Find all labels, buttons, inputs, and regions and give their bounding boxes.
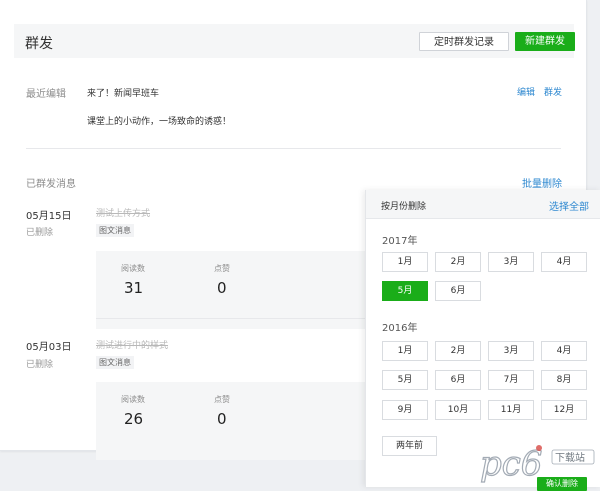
year-label-2017: 2017年 xyxy=(382,236,418,247)
month-2016-03[interactable]: 3月 xyxy=(488,341,534,361)
item-date: 05月03日 xyxy=(26,342,72,353)
month-2017-02[interactable]: 2月 xyxy=(435,252,481,272)
earlier-two-years-button[interactable]: 两年前 xyxy=(382,436,437,456)
item-divider xyxy=(96,318,386,319)
month-2016-04[interactable]: 4月 xyxy=(541,341,587,361)
likes-value: 0 xyxy=(217,410,227,428)
send-link[interactable]: 群发 xyxy=(544,85,562,98)
edit-link[interactable]: 编辑 xyxy=(517,85,535,98)
page-title: 群发 xyxy=(25,36,53,52)
pc6-watermark-logo: pc6 下载站 xyxy=(479,443,595,485)
month-2017-01[interactable]: 1月 xyxy=(382,252,428,272)
month-2016-12[interactable]: 12月 xyxy=(541,400,587,420)
recent-edit-label: 最近编辑 xyxy=(26,89,66,100)
item-stats: 阅读数 26 点赞 0 xyxy=(96,382,386,460)
reads-label: 阅读数 xyxy=(121,395,145,404)
recent-subtitle[interactable]: 课堂上的小动作，一场致命的诱惑！ xyxy=(87,114,231,127)
item-title[interactable]: 测试进行中的样式 xyxy=(96,338,168,351)
month-2016-02[interactable]: 2月 xyxy=(435,341,481,361)
month-2016-01[interactable]: 1月 xyxy=(382,341,428,361)
reads-value: 26 xyxy=(124,410,144,428)
item-type-tag: 图文消息 xyxy=(96,224,134,237)
reads-value: 31 xyxy=(124,279,144,297)
month-2016-08[interactable]: 8月 xyxy=(541,370,587,390)
month-2017-03[interactable]: 3月 xyxy=(488,252,534,272)
reads-label: 阅读数 xyxy=(121,264,145,273)
likes-label: 点赞 xyxy=(214,395,230,404)
month-2016-05[interactable]: 5月 xyxy=(382,370,428,390)
item-date: 05月15日 xyxy=(26,211,72,222)
sent-messages-label: 已群发消息 xyxy=(26,179,76,190)
item-type-tag: 图文消息 xyxy=(96,356,134,369)
item-status: 已删除 xyxy=(26,360,54,370)
month-2016-07[interactable]: 7月 xyxy=(488,370,534,390)
likes-value: 0 xyxy=(217,279,227,297)
panel-title: 按月份删除 xyxy=(381,202,427,212)
month-2017-05-selected[interactable]: 5月 xyxy=(382,281,428,301)
month-2016-10[interactable]: 10月 xyxy=(435,400,481,420)
logo-site-text: 下载站 xyxy=(555,451,585,464)
page-header: 群发 定时群发记录 新建群发 xyxy=(14,24,575,58)
new-mass-send-button[interactable]: 新建群发 xyxy=(515,32,575,51)
month-2017-06[interactable]: 6月 xyxy=(435,281,481,301)
month-2016-09[interactable]: 9月 xyxy=(382,400,428,420)
section-divider xyxy=(26,148,561,149)
month-2016-06[interactable]: 6月 xyxy=(435,370,481,390)
scheduled-records-button[interactable]: 定时群发记录 xyxy=(419,32,509,51)
item-title[interactable]: 测试上传方式 xyxy=(96,206,150,219)
month-2016-11[interactable]: 11月 xyxy=(488,400,534,420)
logo-text: pc6 xyxy=(480,444,542,484)
year-label-2016: 2016年 xyxy=(382,323,418,334)
month-2017-04[interactable]: 4月 xyxy=(541,252,587,272)
likes-label: 点赞 xyxy=(214,264,230,273)
recent-title[interactable]: 来了！新闻早班车 xyxy=(87,86,159,99)
select-all-link[interactable]: 选择全部 xyxy=(549,198,589,213)
item-status: 已删除 xyxy=(26,228,54,238)
panel-header: 按月份删除 选择全部 xyxy=(366,190,600,219)
batch-delete-link[interactable]: 批量删除 xyxy=(522,175,562,190)
